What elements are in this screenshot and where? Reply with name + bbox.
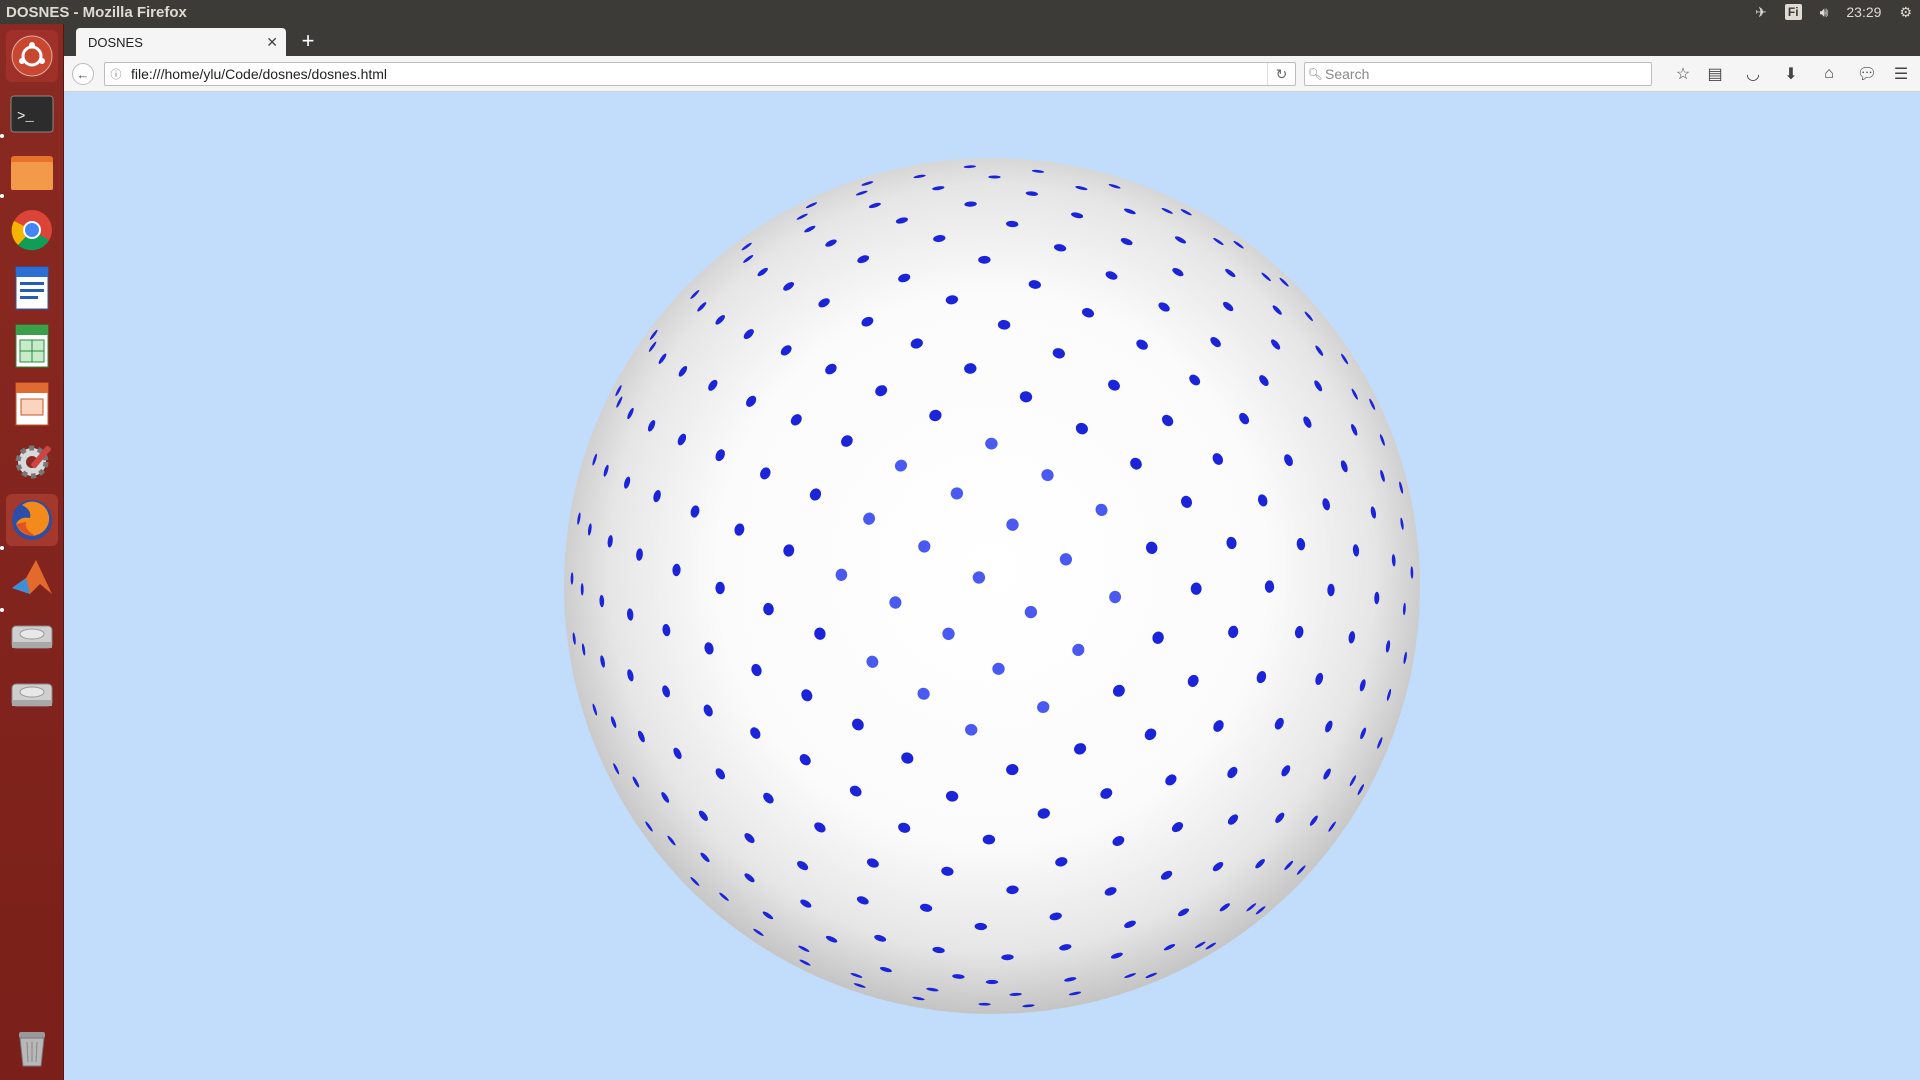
impress-launcher[interactable] bbox=[6, 378, 58, 430]
search-input[interactable]: 🔍︎ Search bbox=[1304, 62, 1652, 86]
chrome-launcher[interactable] bbox=[6, 204, 58, 256]
writer-document-icon bbox=[15, 266, 49, 310]
matlab-icon bbox=[12, 560, 52, 594]
bookmark-star-icon[interactable]: ☆ bbox=[1672, 64, 1694, 84]
tab-title: DOSNES bbox=[88, 34, 143, 50]
tab-bar: DOSNES ✕ + bbox=[64, 24, 1920, 56]
running-indicator bbox=[0, 134, 4, 138]
reload-icon[interactable]: ↻ bbox=[1267, 63, 1295, 85]
firefox-icon bbox=[12, 500, 52, 540]
volume-icon[interactable]: 🔊︎ bbox=[1820, 4, 1829, 21]
page-content bbox=[64, 92, 1920, 1080]
tab-dosnes[interactable]: DOSNES ✕ bbox=[76, 28, 286, 56]
reading-list-icon[interactable]: ▤ bbox=[1704, 64, 1726, 84]
terminal-icon: >_ bbox=[10, 95, 54, 133]
settings-gear-icon[interactable]: ⚙ bbox=[1899, 4, 1912, 21]
calc-launcher[interactable] bbox=[6, 320, 58, 372]
trash-launcher[interactable] bbox=[6, 1020, 58, 1072]
navigation-toolbar: ← ⓘ file:///home/ylu/Code/dosnes/dosnes.… bbox=[64, 56, 1920, 92]
network-icon[interactable]: ✈ bbox=[1755, 4, 1767, 21]
spreadsheet-icon bbox=[15, 324, 49, 368]
back-arrow-icon: ← bbox=[76, 66, 90, 82]
chrome-icon bbox=[11, 210, 52, 251]
files-launcher[interactable] bbox=[6, 146, 58, 198]
top-panel: DOSNES - Mozilla Firefox ✈ Fi 🔊︎ 23:29 ⚙ bbox=[0, 0, 1920, 24]
ubuntu-dash-button[interactable] bbox=[6, 30, 58, 82]
search-icon: 🔍︎ bbox=[1307, 67, 1323, 81]
svg-text:>_: >_ bbox=[17, 109, 34, 125]
terminal-launcher[interactable]: >_ bbox=[6, 88, 58, 140]
keyboard-layout-indicator[interactable]: Fi bbox=[1784, 4, 1802, 20]
settings-launcher[interactable] bbox=[6, 436, 58, 488]
back-button[interactable]: ← bbox=[72, 63, 94, 85]
point bbox=[985, 979, 999, 985]
point bbox=[715, 581, 725, 595]
trash-icon bbox=[19, 1032, 45, 1067]
matlab-launcher[interactable] bbox=[6, 552, 58, 604]
launcher: >_ bbox=[0, 24, 64, 1080]
sphere bbox=[564, 158, 1420, 1014]
drive-1-launcher[interactable] bbox=[6, 610, 58, 662]
point bbox=[985, 437, 998, 450]
presentation-icon bbox=[15, 382, 49, 426]
info-icon[interactable]: ⓘ bbox=[105, 66, 127, 82]
drive-2-launcher[interactable] bbox=[6, 668, 58, 720]
search-placeholder: Search bbox=[1325, 66, 1370, 82]
firefox-launcher[interactable] bbox=[6, 494, 58, 546]
writer-launcher[interactable] bbox=[6, 262, 58, 314]
hard-drive-icon bbox=[11, 625, 53, 649]
downloads-icon[interactable]: ⬇ bbox=[1780, 64, 1802, 84]
indicator-area: ✈ Fi 🔊︎ 23:29 ⚙ bbox=[1755, 4, 1920, 21]
menu-icon[interactable]: ☰ bbox=[1890, 64, 1912, 84]
url-text[interactable]: file:///home/ylu/Code/dosnes/dosnes.html bbox=[131, 66, 387, 82]
system-settings-icon bbox=[15, 445, 51, 479]
pocket-icon[interactable]: ◡ bbox=[1742, 64, 1764, 84]
hard-drive-icon bbox=[11, 683, 53, 707]
home-icon[interactable]: ⌂ bbox=[1818, 64, 1840, 84]
new-tab-button[interactable]: + bbox=[296, 30, 320, 54]
close-tab-icon[interactable]: ✕ bbox=[266, 34, 278, 51]
running-indicator bbox=[0, 608, 4, 612]
folder-icon bbox=[11, 156, 53, 190]
chat-icon[interactable]: 💬︎ bbox=[1856, 64, 1878, 84]
point bbox=[1264, 580, 1275, 593]
running-indicator bbox=[0, 194, 4, 198]
window-title: DOSNES - Mozilla Firefox bbox=[6, 3, 187, 21]
running-indicator bbox=[0, 546, 4, 550]
ubuntu-logo-icon bbox=[11, 35, 53, 77]
sphere-scene[interactable] bbox=[64, 92, 1920, 1080]
clock[interactable]: 23:29 bbox=[1846, 4, 1881, 20]
url-bar[interactable]: ⓘ file:///home/ylu/Code/dosnes/dosnes.ht… bbox=[104, 62, 1296, 86]
